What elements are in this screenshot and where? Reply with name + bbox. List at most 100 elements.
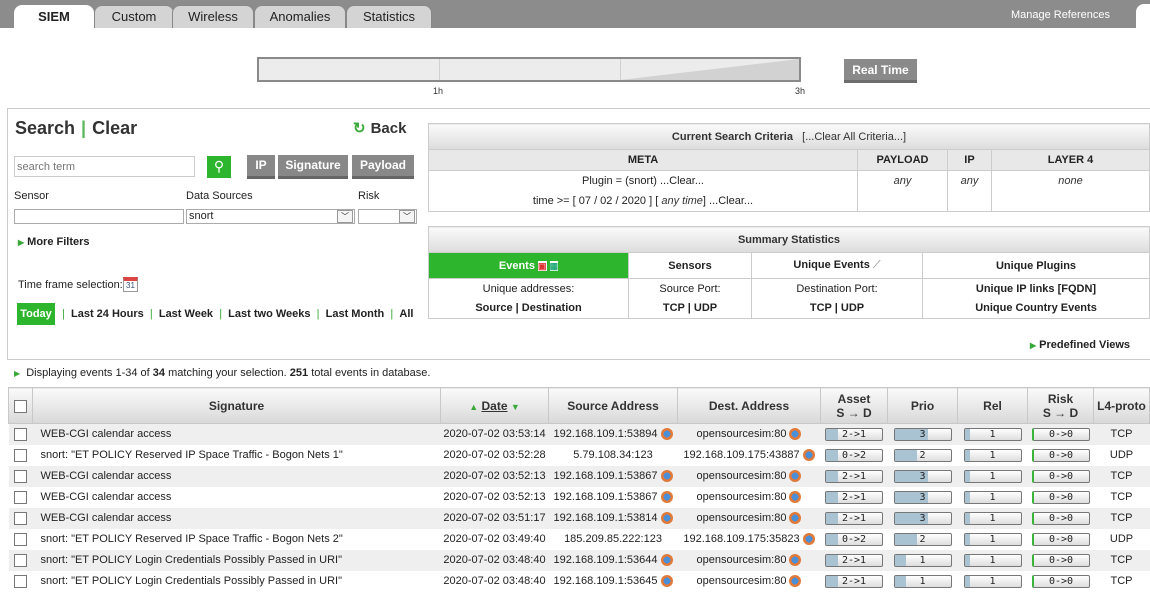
time-frame-last-two-weeks[interactable]: Last two Weeks [228,308,310,320]
source-cell[interactable]: 192.168.109.1:53645 [549,571,678,592]
host-icon[interactable] [660,491,673,504]
source-address[interactable]: 192.168.109.1:53814 [554,512,658,524]
row-checkbox[interactable] [14,553,27,567]
pdf-icon[interactable]: ▣ [538,260,547,271]
time-frame-all[interactable]: All [399,308,413,320]
time-frame-last-week[interactable]: Last Week [159,308,213,320]
tab-statistics[interactable]: Statistics [346,5,432,28]
header-date[interactable]: ▲ Date ▼ [440,387,549,424]
table-row[interactable]: WEB-CGI calendar access 2020-07-02 03:52… [8,465,1150,487]
timeline-slider[interactable] [257,57,801,82]
clear-link[interactable]: Clear [92,118,137,138]
signature-cell[interactable]: snort: "ET POLICY Login Credentials Poss… [33,571,441,592]
source-address[interactable]: 185.209.85.222:123 [564,533,662,545]
header-risk[interactable]: Risk S → D [1027,387,1094,424]
source-cell[interactable]: 192.168.109.1:53644 [548,549,678,571]
source-cell[interactable]: 192.168.109.1:53894 [548,423,678,445]
header-signature[interactable]: Signature [32,387,441,424]
signature-cell[interactable]: snort: "ET POLICY Login Credentials Poss… [32,549,441,571]
table-row[interactable]: snort: "ET POLICY Login Credentials Poss… [8,549,1150,571]
dest-address[interactable]: opensourcesim:80 [697,512,787,524]
host-icon[interactable] [802,533,815,546]
row-checkbox[interactable] [14,574,27,588]
clear-all-criteria-link[interactable]: [...Clear All Criteria...] [802,131,906,143]
summary-source-port-proto[interactable]: TCP | UDP [628,298,752,319]
source-cell[interactable]: 192.168.109.1:53867 [548,465,678,487]
dest-cell[interactable]: 192.168.109.175:35823 [678,529,821,550]
summary-events[interactable]: Events ▣ ▦ [428,252,629,279]
predefined-views-link[interactable]: ▶ Predefined Views [1030,339,1130,351]
host-icon[interactable] [789,575,802,588]
source-address[interactable]: 192.168.109.1:53645 [554,575,658,587]
host-icon[interactable] [802,449,815,462]
header-l4-proto[interactable]: L4-proto [1093,387,1150,424]
table-row[interactable]: snort: "ET POLICY Reserved IP Space Traf… [9,529,1150,550]
search-button[interactable]: ⚲ [207,156,231,178]
header-asset[interactable]: Asset S → D [820,387,888,424]
tab-anomalies[interactable]: Anomalies [254,5,346,28]
summary-source-destination[interactable]: Source | Destination [428,298,629,319]
signature-cell[interactable]: snort: "ET POLICY Reserved IP Space Traf… [33,529,441,550]
dest-cell[interactable]: opensourcesim:80 [677,549,821,571]
summary-unique-ip-links[interactable]: Unique IP links [FQDN] [922,278,1150,299]
real-time-button[interactable]: Real Time [844,59,917,83]
signature-cell[interactable]: WEB-CGI calendar access [32,465,441,487]
host-icon[interactable] [789,512,802,525]
source-cell[interactable]: 192.168.109.1:53814 [548,507,678,529]
row-checkbox[interactable] [14,469,27,483]
criteria-plugin[interactable]: Plugin = (snort) ...Clear... [429,171,857,191]
time-frame-today[interactable]: Today [17,303,55,325]
host-icon[interactable] [660,428,673,441]
header-prio[interactable]: Prio [887,387,958,424]
dest-address[interactable]: opensourcesim:80 [697,575,787,587]
host-icon[interactable] [789,428,802,441]
payload-button[interactable]: Payload [352,155,414,179]
header-dest-address[interactable]: Dest. Address [677,387,821,424]
time-frame-last-24-hours[interactable]: Last 24 Hours [71,308,144,320]
host-icon[interactable] [660,554,673,567]
more-filters-link[interactable]: ▶ More Filters [18,236,90,248]
select-all-checkbox[interactable] [14,399,27,413]
row-checkbox[interactable] [14,490,27,504]
dest-cell[interactable]: opensourcesim:80 [677,507,821,529]
back-button[interactable]: ↻ Back [353,119,406,137]
tab-wireless[interactable]: Wireless [172,5,254,28]
tab-custom[interactable]: Custom [94,5,174,28]
search-input[interactable] [14,156,195,177]
host-icon[interactable] [789,554,802,567]
sort-desc-icon[interactable]: ▼ [511,402,520,412]
summary-unique-events[interactable]: Unique Events ⟋ [751,252,923,279]
signature-button[interactable]: Signature [278,155,348,179]
chart-icon[interactable]: ⟋ [873,259,881,271]
risk-select[interactable]: ﹀ [358,209,417,224]
signature-cell[interactable]: WEB-CGI calendar access [32,423,441,445]
source-address[interactable]: 192.168.109.1:53644 [554,554,658,566]
excel-icon[interactable]: ▦ [549,260,559,271]
header-source-address[interactable]: Source Address [548,387,678,424]
host-icon[interactable] [660,470,673,483]
dest-cell[interactable]: opensourcesim:80 [678,571,821,592]
host-icon[interactable] [789,491,802,504]
table-row[interactable]: WEB-CGI calendar access 2020-07-02 03:51… [8,507,1150,529]
manage-references-link[interactable]: Manage References [1011,9,1110,21]
row-checkbox[interactable] [14,448,27,462]
dest-cell[interactable]: opensourcesim:80 [678,487,821,508]
source-address[interactable]: 192.168.109.1:53894 [554,428,658,440]
criteria-time[interactable]: time >= [ 07 / 02 / 2020 ] [ any time] .… [429,191,857,211]
signature-cell[interactable]: WEB-CGI calendar access [32,507,441,529]
table-row[interactable]: WEB-CGI calendar access 2020-07-02 03:53… [8,423,1150,445]
dest-address[interactable]: opensourcesim:80 [697,470,787,482]
source-address[interactable]: 192.168.109.1:53867 [554,491,658,503]
table-row[interactable]: WEB-CGI calendar access 2020-07-02 03:52… [9,487,1150,508]
row-checkbox[interactable] [14,532,27,546]
dest-address[interactable]: opensourcesim:80 [697,428,787,440]
summary-destination-port-proto[interactable]: TCP | UDP [751,298,923,319]
search-link[interactable]: Search [15,118,75,138]
dest-cell[interactable]: opensourcesim:80 [677,465,821,487]
signature-cell[interactable]: snort: "ET POLICY Reserved IP Space Traf… [33,445,441,466]
calendar-icon[interactable]: 31 [123,277,138,292]
dest-address[interactable]: opensourcesim:80 [697,491,787,503]
data-sources-select[interactable]: snort ﹀ [186,209,355,224]
host-icon[interactable] [789,470,802,483]
time-frame-last-month[interactable]: Last Month [326,308,385,320]
